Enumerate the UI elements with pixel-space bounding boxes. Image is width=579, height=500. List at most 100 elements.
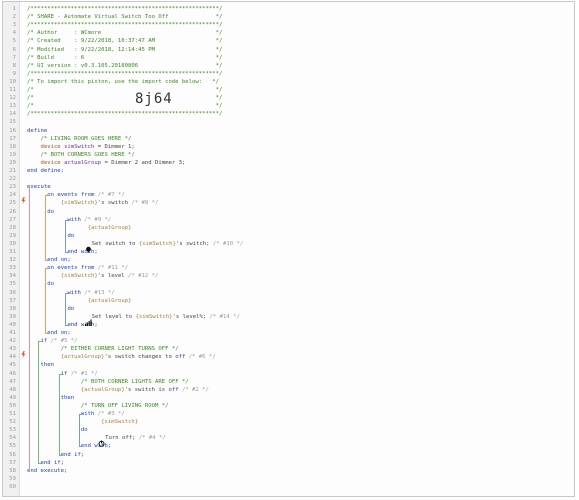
code-text: with /* #13 */ [67, 289, 114, 297]
token: /* #10 */ [209, 240, 244, 247]
token: Set switch to [91, 240, 136, 247]
token: 's level [97, 273, 125, 280]
code-line: 38 do [3, 305, 574, 313]
block-guide-line [45, 195, 47, 261]
token: /***************************************… [27, 111, 223, 118]
token: with [80, 411, 95, 417]
line-number: 2 [12, 14, 16, 21]
code-text: /* BOTH CORNERS GOES HERE */ [40, 151, 134, 159]
token: /* UI version : v0.3.105.20180806 */ [27, 62, 223, 69]
block-guide-tick [78, 414, 82, 415]
code-line: 12 /* */ [3, 94, 574, 102]
token[interactable]: {actualGroup} [88, 298, 132, 304]
code-line: 15 [3, 118, 574, 126]
code-line: 19 /* BOTH CORNERS GOES HERE */ [3, 151, 574, 159]
token: end execute; [27, 467, 68, 474]
block-guide-tick [38, 341, 42, 343]
line-number: 16 [9, 127, 16, 134]
code-line: 53 do [3, 426, 574, 434]
code-text: /***************************************… [27, 5, 222, 13]
token: 's level%; [172, 313, 207, 320]
line-number: 43 [9, 346, 16, 353]
token: /* #14 */ [206, 313, 240, 320]
token: /* */ [27, 87, 223, 93]
token: execute [27, 184, 51, 191]
token[interactable]: {actualGroup} [81, 387, 125, 393]
line-number: 39 [9, 313, 16, 320]
token[interactable]: {simSwitch} [61, 200, 98, 206]
token: /***************************************… [27, 6, 223, 12]
code-line: 5 /* Created : 9/22/2018, 10:37:47 AM */ [3, 37, 574, 45]
piston-code-viewer: 1 /**************************************… [2, 1, 575, 497]
line-number: 60 [9, 483, 16, 490]
token[interactable]: {simSwitch} [101, 419, 138, 425]
token: on events from [47, 192, 95, 199]
code-line: 51 with /* #3 */ [3, 410, 574, 418]
code-text: /* */ [27, 102, 222, 110]
line-number: 15 [9, 119, 16, 126]
line-number: 38 [9, 305, 16, 312]
line-number: 37 [9, 297, 16, 304]
code-text: end define; [27, 167, 64, 175]
code-text: if /* #1 */ [61, 370, 98, 378]
code-text: then [61, 394, 74, 402]
block-guide-tick [45, 268, 49, 270]
code-line: 58 end execute; [3, 467, 574, 475]
line-number: 40 [9, 321, 16, 328]
code-line: 10 /* To import this piston, use the impo… [3, 78, 574, 86]
line-number: 46 [9, 370, 16, 377]
token: device [40, 143, 61, 150]
line-number: 45 [9, 362, 16, 369]
code-text: /***************************************… [27, 21, 222, 29]
token[interactable]: {actualGroup} [61, 354, 105, 360]
token: /* */ [27, 95, 223, 102]
token: /* BOTH CORNER LIGHTS ARE OFF */ [80, 378, 189, 385]
token[interactable]: {simSwitch} [139, 241, 176, 247]
code-line: 20 device actualGroup = Dimmer 2 and Dimm… [3, 159, 574, 167]
token: = Dimmer 1; [94, 143, 135, 150]
code-line: 57 end if; [3, 459, 574, 467]
code-text: {actualGroup} [88, 297, 132, 305]
switch-bulb-icon [85, 240, 92, 258]
code-text: end with; [81, 442, 111, 450]
token: with [67, 216, 81, 223]
token: end with; [67, 321, 98, 328]
line-number: 14 [9, 111, 16, 118]
token: 's switch changes to [104, 354, 176, 361]
token: /* #12 */ [124, 273, 159, 280]
code-line: 29 do [3, 232, 574, 240]
token: on events from [47, 265, 95, 272]
code-line: 1 /**************************************… [3, 5, 574, 13]
block-guide-tick [58, 373, 62, 375]
token: = Dimmer 2 and Dimmer 3; [101, 159, 186, 166]
code-text: device simSwitch = Dimmer 1; [40, 143, 134, 151]
power-icon [98, 434, 105, 452]
code-text: end execute; [27, 467, 67, 475]
token: off [175, 354, 186, 361]
code-line: 3 /**************************************… [3, 21, 574, 29]
token: end if; [60, 451, 85, 458]
token: /* #13 */ [84, 289, 115, 296]
token[interactable]: {simSwitch} [61, 273, 98, 279]
line-number: 57 [9, 459, 16, 466]
block-guide-tick [45, 333, 49, 334]
token[interactable]: {actualGroup} [88, 225, 132, 231]
token[interactable]: {simSwitch} [135, 314, 172, 320]
block-guide-line [58, 373, 60, 455]
token: /* #6 */ [185, 354, 216, 361]
line-number: 25 [9, 200, 16, 207]
code-line: 18 device simSwitch = Dimmer 1; [3, 143, 574, 151]
line-number: 52 [9, 419, 16, 426]
token: /* To import this piston, use the import… [27, 78, 219, 85]
code-line: 59 [3, 475, 574, 483]
code-text: Set level to {simSwitch}'s level%; /* #1… [92, 313, 240, 321]
code-line: 55 end with; [3, 442, 574, 450]
block-guide-tick [65, 252, 69, 253]
line-number: 55 [9, 443, 16, 450]
token: /* #3 */ [97, 411, 125, 417]
line-number: 26 [9, 208, 16, 215]
token: end on; [47, 257, 71, 264]
line-number: 59 [9, 475, 16, 482]
token: 's switch is [124, 386, 169, 393]
code-text: /* Created : 9/22/2018, 10:37:47 AM */ [27, 37, 222, 45]
